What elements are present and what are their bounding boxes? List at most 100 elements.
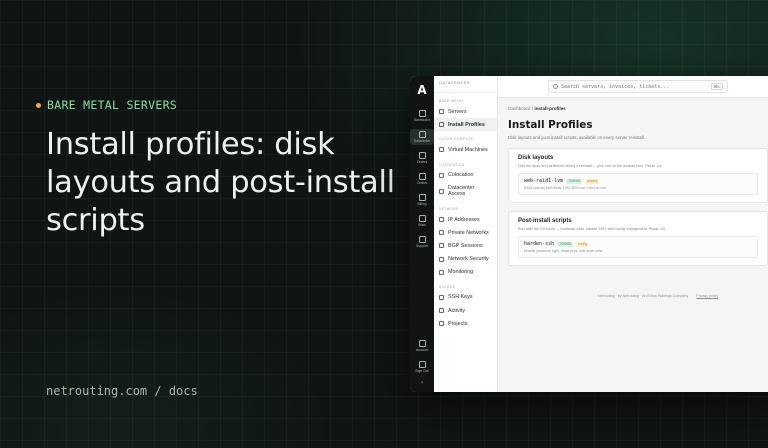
sidebar-item-label: BGP Sessions bbox=[448, 242, 483, 249]
rail-item-dashboard[interactable]: Dashboard bbox=[410, 108, 434, 124]
box-icon bbox=[418, 173, 426, 180]
vm-icon bbox=[439, 147, 444, 153]
sidebar-item-label: Virtual Machines bbox=[448, 146, 488, 153]
profile-meta: RAID1 across both disks, LVM, 80% root +… bbox=[524, 186, 607, 190]
rail-bottom: Account Sign Out › bbox=[410, 338, 434, 386]
cart-icon bbox=[418, 152, 426, 159]
card-description: How the disks are partitioned during a r… bbox=[518, 164, 662, 168]
nav-section-heading: NETWORK bbox=[439, 206, 459, 211]
sidebar-item-label: Private Networks bbox=[448, 229, 489, 236]
card-disk-layouts: Disk layouts How the disks are partitione… bbox=[508, 148, 768, 203]
sidebar-item-label: Install Profiles bbox=[448, 121, 485, 128]
breadcrumb: Dashboard / install-profiles bbox=[508, 106, 768, 111]
app-logo[interactable]: A bbox=[417, 83, 426, 97]
dashboard-icon bbox=[418, 110, 426, 117]
sidebar-item-label: Datacenter Access bbox=[448, 185, 475, 198]
stats-icon bbox=[418, 215, 426, 222]
rail-item-datacenter[interactable]: Datacenter bbox=[410, 129, 434, 145]
sidebar-item-network-security[interactable]: Network Security bbox=[434, 253, 497, 266]
rail-item-sign-out[interactable]: Sign Out bbox=[410, 359, 434, 375]
page-subtitle: Disk layouts and post-install scripts, a… bbox=[508, 135, 646, 140]
rail-item-label: Orders bbox=[416, 181, 428, 185]
rail-item-label: Dashboard bbox=[413, 118, 431, 122]
rail-item-label: Sign Out bbox=[415, 369, 429, 373]
rail-item-billing[interactable]: Billing bbox=[410, 192, 434, 208]
shield-icon bbox=[439, 256, 444, 262]
rail-item-label: Support bbox=[416, 244, 428, 248]
sidebar-item-install-profiles[interactable]: Install Profiles bbox=[434, 118, 497, 132]
billing-icon bbox=[418, 194, 426, 201]
profile-item-header: harden-ssh TOSHIO config bbox=[524, 241, 752, 247]
chevron-right-icon[interactable]: › bbox=[421, 380, 423, 386]
sidebar-item-activity[interactable]: Activity bbox=[434, 304, 497, 317]
search-box[interactable]: ⌘K bbox=[548, 80, 728, 93]
ssh-key-icon bbox=[439, 294, 444, 300]
rail-item-support[interactable]: Support bbox=[410, 234, 434, 250]
status-badge: TOSHIO bbox=[566, 178, 583, 184]
card-title: Post-install scripts bbox=[518, 218, 572, 224]
sidebar-item-monitoring[interactable]: Monitoring bbox=[434, 266, 497, 279]
docs-link[interactable]: netrouting.com / docs bbox=[46, 384, 198, 398]
topbar: ⌘K bbox=[498, 76, 768, 98]
sidebar-item-virtual-machines[interactable]: Virtual Machines bbox=[434, 143, 497, 156]
nav-section-heading: COLOCATION bbox=[439, 162, 465, 167]
breadcrumb-root[interactable]: Dashboard bbox=[508, 106, 530, 111]
rail-item-account[interactable]: Account bbox=[410, 338, 434, 354]
breadcrumb-current: install-profiles bbox=[534, 106, 566, 111]
sidebar-item-datacenter-access[interactable]: Datacenter Access bbox=[434, 182, 497, 201]
network-icon bbox=[439, 230, 444, 236]
folder-icon bbox=[439, 321, 444, 327]
headline: Install profiles: disk layouts and post-… bbox=[46, 127, 395, 238]
rail-item-orders[interactable]: Orders bbox=[410, 171, 434, 187]
card-description: Run after the OS boots — bootstrap roles… bbox=[518, 227, 666, 231]
app-footer: Netrouting · by Netrouting · An Erbus Ho… bbox=[598, 294, 718, 298]
eyebrow: BARE METAL SERVERS bbox=[36, 98, 177, 112]
rail-item-orders[interactable]: Orders bbox=[410, 150, 434, 166]
sidebar-nav: DATACENTER BARE METAL Servers Install Prof… bbox=[434, 76, 498, 392]
nav-section-heading: ACCESS bbox=[439, 284, 456, 289]
page-title: Install Profiles bbox=[508, 119, 593, 131]
rail-item-stats[interactable]: Stats bbox=[410, 213, 434, 229]
profile-icon bbox=[439, 122, 444, 128]
rail-item-label: Datacenter bbox=[413, 139, 431, 143]
pulse-icon bbox=[439, 269, 444, 275]
profile-meta: Disable password login, rotate keys, loc… bbox=[524, 249, 603, 253]
profile-item-header: web-raid1-lvm TOSHIO privacy bbox=[524, 178, 752, 184]
sidebar-item-ssh-keys[interactable]: SSH Keys bbox=[434, 291, 497, 304]
sidebar-item-label: Activity bbox=[448, 307, 466, 314]
sidebar-item-label: Colocation bbox=[448, 172, 474, 179]
tag-badge: config bbox=[576, 241, 589, 247]
sidebar-item-label: Servers bbox=[448, 108, 467, 115]
search-input[interactable] bbox=[561, 83, 708, 90]
footer-text: Netrouting · by Netrouting · An Erbus Ho… bbox=[598, 294, 689, 298]
icon-rail: A Dashboard Datacenter Orders Orders Billing… bbox=[410, 76, 434, 392]
sidebar-item-colocation[interactable]: Colocation bbox=[434, 169, 497, 182]
sidebar-item-private-networks[interactable]: Private Networks bbox=[434, 226, 497, 239]
sidebar-item-label: Projects bbox=[448, 320, 468, 327]
sidebar-item-ip-addresses[interactable]: IP Addresses bbox=[434, 213, 497, 226]
card-title: Disk layouts bbox=[518, 155, 554, 161]
main-area: ⌘K Dashboard / install-profiles Install … bbox=[498, 76, 768, 392]
rail-item-label: Billing bbox=[417, 202, 427, 206]
sidebar-item-projects[interactable]: Projects bbox=[434, 317, 497, 330]
bullet-dot-icon bbox=[36, 102, 41, 108]
profile-name[interactable]: web-raid1-lvm bbox=[524, 178, 563, 184]
app-window: A Dashboard Datacenter Orders Orders Billing… bbox=[410, 76, 768, 392]
status-badge: TOSHIO bbox=[557, 241, 574, 247]
colocation-icon bbox=[439, 172, 444, 178]
sign-out-icon bbox=[418, 361, 426, 368]
privacy-link[interactable]: Privacy policy bbox=[696, 294, 718, 298]
key-icon bbox=[439, 188, 444, 194]
tag-badge: privacy bbox=[585, 178, 600, 184]
sidebar-item-bgp-sessions[interactable]: BGP Sessions bbox=[434, 239, 497, 252]
activity-icon bbox=[439, 308, 444, 314]
content: Dashboard / install-profiles Install Pro… bbox=[498, 98, 768, 266]
sidebar-item-servers[interactable]: Servers bbox=[434, 105, 497, 118]
server-icon bbox=[439, 109, 444, 115]
profile-item[interactable]: web-raid1-lvm TOSHIO privacy RAID1 across b… bbox=[518, 173, 758, 195]
profile-name[interactable]: harden-ssh bbox=[524, 241, 554, 247]
profile-item[interactable]: harden-ssh TOSHIO config Disable password l… bbox=[518, 236, 758, 258]
bgp-icon bbox=[439, 243, 444, 249]
nav-section-heading: CLOUD COMPUTE bbox=[439, 137, 474, 142]
ip-icon bbox=[439, 217, 444, 223]
